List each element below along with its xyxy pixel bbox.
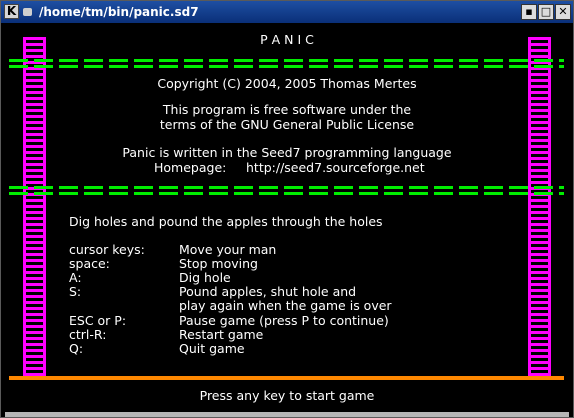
control-desc: Quit game [179,341,245,356]
homepage-url: http://seed7.sourceforge.net [246,160,425,175]
minimize-button[interactable]: ▪ [521,4,537,20]
goal-text: Dig holes and pound the apples through t… [69,214,383,229]
window-frame-bottom [5,412,569,417]
close-button[interactable]: ✕ [555,4,571,20]
title-bar[interactable]: K /home/tm/bin/panic.sd7 ▪ □ ✕ [1,1,573,23]
start-prompt: Press any key to start game [199,388,375,403]
platform-upper-2 [9,65,564,68]
ground-floor [9,376,564,380]
platform-middle-2 [9,192,564,195]
control-key: Q: [69,341,84,356]
app-window: K /home/tm/bin/panic.sd7 ▪ □ ✕ P A N I C… [0,0,574,418]
app-menu-icon[interactable]: K [4,4,19,19]
license-line-1: This program is free software under the [162,102,412,117]
homepage-label: Homepage: [154,160,227,175]
platform-upper [9,59,564,62]
window-title: /home/tm/bin/panic.sd7 [39,5,199,19]
pin-icon[interactable] [23,8,32,16]
control-key: S: [69,284,82,299]
control-desc: play again when the game is over [179,298,392,313]
platform-middle [9,186,564,189]
maximize-button[interactable]: □ [538,4,554,20]
language-text: Panic is written in the Seed7 programmin… [122,145,452,160]
license-line-2: terms of the GNU General Public License [159,117,415,132]
game-canvas[interactable]: P A N I C Copyright (C) 2004, 2005 Thoma… [5,25,569,412]
copyright-text: Copyright (C) 2004, 2005 Thomas Mertes [157,76,417,91]
game-title: P A N I C [260,32,314,47]
